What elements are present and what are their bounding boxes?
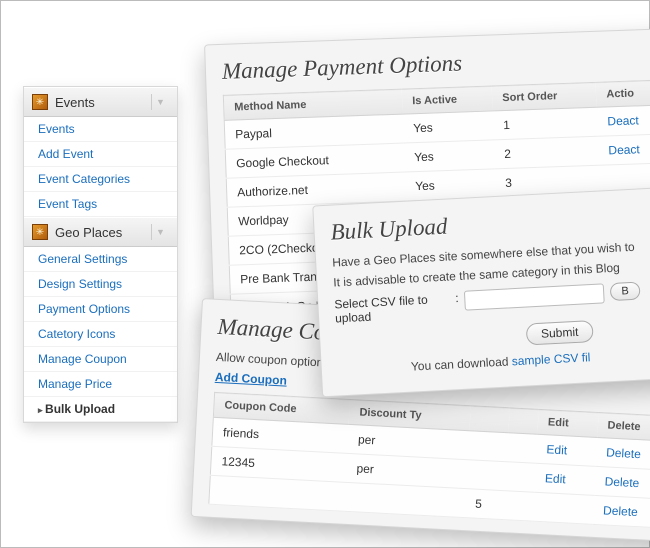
cell-active: Yes — [403, 111, 494, 143]
sidebar-item-bulk-upload[interactable]: Bulk Upload — [45, 402, 115, 416]
cell-code — [209, 475, 346, 511]
col-active: Is Active — [402, 86, 493, 114]
geoplaces-icon: ✳ — [32, 224, 48, 240]
admin-sidebar: ✳ Events ▼ Events Add Event Event Catego… — [23, 86, 178, 423]
cell-action: Deact — [597, 105, 650, 136]
edit-link[interactable]: Edit — [546, 442, 567, 457]
sidebar-item-design-settings[interactable]: Design Settings — [38, 277, 122, 291]
cell-active: Yes — [404, 140, 495, 172]
add-coupon-link[interactable]: Add Coupon — [215, 370, 288, 388]
deactivate-link[interactable]: Deact — [607, 113, 639, 128]
sidebar-item-manage-price[interactable]: Manage Price — [38, 377, 112, 391]
col-blank2 — [508, 408, 539, 434]
deactivate-link[interactable]: Deact — [608, 142, 640, 157]
sidebar-events-list: Events Add Event Event Categories Event … — [24, 117, 177, 217]
sidebar-item-general-settings[interactable]: General Settings — [38, 252, 127, 266]
delete-link[interactable]: Delete — [604, 474, 639, 490]
sample-csv-link[interactable]: sample CSV fil — [511, 350, 590, 368]
csv-file-input[interactable] — [464, 283, 605, 310]
download-prefix: You can download — [411, 354, 513, 373]
sidebar-section-events[interactable]: ✳ Events ▼ — [24, 87, 177, 117]
sidebar-item-manage-coupon[interactable]: Manage Coupon — [38, 352, 127, 366]
col-blank1 — [469, 406, 509, 433]
page-title: Manage Payment Options — [222, 43, 650, 85]
cell-edit: Edit — [534, 463, 595, 495]
cell-type — [344, 482, 466, 517]
submit-button[interactable]: Submit — [526, 320, 594, 345]
chevron-down-icon[interactable]: ▼ — [151, 224, 169, 240]
delete-link[interactable]: Delete — [603, 503, 638, 519]
panel-bulk-upload: Bulk Upload Have a Geo Places site somew… — [312, 187, 650, 398]
sidebar-section-geoplaces[interactable]: ✳ Geo Places ▼ — [24, 217, 177, 247]
csv-label: Select CSV file to upload — [334, 292, 450, 326]
cell-edit — [533, 492, 594, 524]
sidebar-geoplaces-list: General Settings Design Settings Payment… — [24, 247, 177, 422]
cell-d — [507, 433, 538, 463]
sidebar-section-label: Geo Places — [55, 225, 122, 240]
sidebar-section-label: Events — [55, 95, 95, 110]
sidebar-item-events[interactable]: Events — [38, 122, 75, 136]
cell-order: 2 — [494, 136, 599, 169]
browse-button[interactable]: B — [610, 282, 640, 302]
sidebar-item-add-event[interactable]: Add Event — [38, 147, 93, 161]
chevron-down-icon[interactable]: ▼ — [151, 94, 169, 110]
delete-link[interactable]: Delete — [606, 445, 641, 461]
cell-delete: Delete — [594, 466, 650, 499]
cell-c: 5 — [464, 489, 505, 520]
col-sort: Sort Order — [492, 82, 597, 111]
col-edit: Edit — [537, 409, 598, 437]
sidebar-item-event-categories[interactable]: Event Categories — [38, 172, 130, 186]
cell-c — [467, 431, 508, 462]
edit-link[interactable]: Edit — [545, 471, 566, 486]
events-icon: ✳ — [32, 94, 48, 110]
col-action: Actio — [596, 80, 650, 108]
cell-delete: Delete — [595, 437, 650, 470]
cell-d — [505, 462, 536, 492]
cell-delete: Delete — [592, 495, 650, 528]
sidebar-item-event-tags[interactable]: Event Tags — [38, 197, 97, 211]
cell-order: 1 — [493, 107, 598, 140]
cell-action: Deact — [598, 134, 650, 165]
sidebar-item-payment-options[interactable]: Payment Options — [38, 302, 130, 316]
page-title: Bulk Upload — [330, 203, 650, 246]
cell-d — [503, 491, 534, 521]
sidebar-item-category-icons[interactable]: Catetory Icons — [38, 327, 115, 341]
cell-edit: Edit — [536, 434, 597, 466]
coupons-table: Coupon Code Discount Ty Edit Delete frie… — [208, 392, 650, 529]
cell-c — [466, 460, 507, 491]
